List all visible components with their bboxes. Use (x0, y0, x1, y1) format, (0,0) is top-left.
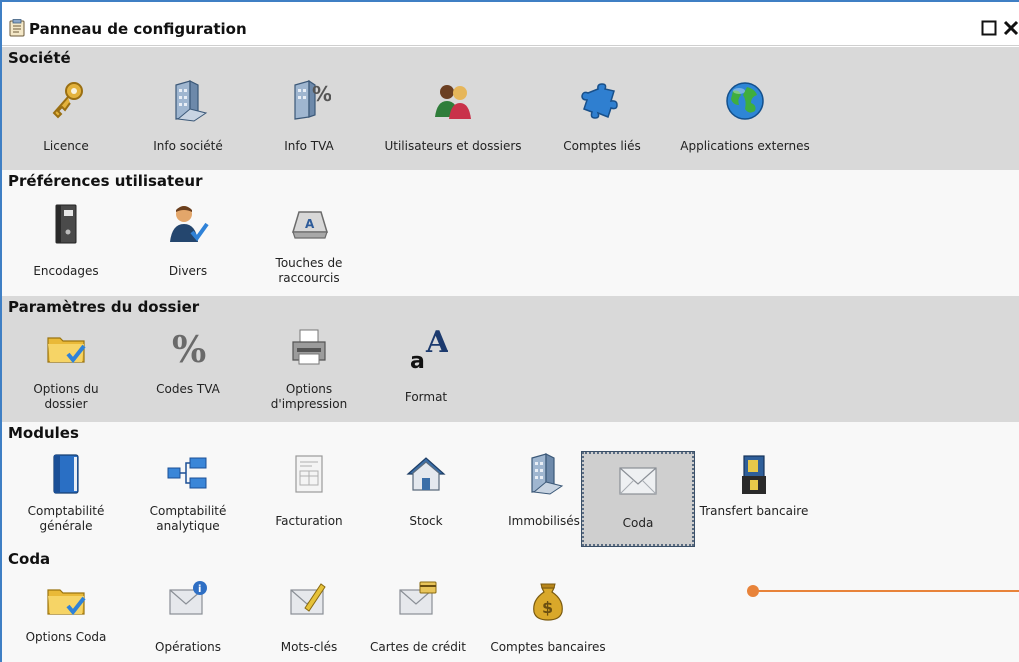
close-icon[interactable] (1003, 20, 1019, 36)
section-title: Société (8, 49, 71, 67)
section-title: Modules (8, 424, 79, 442)
item-label: Info TVA (284, 139, 334, 153)
item-transfert-bancaire[interactable]: Transfert bancaire (698, 452, 810, 544)
org-chart-icon (167, 457, 207, 489)
svg-text:%: % (312, 82, 331, 106)
item-comptabilite-analytique[interactable]: Comptabilité analytique (132, 452, 244, 544)
section-coda: Coda Options Coda i Opérations Mots-clés… (2, 548, 1019, 662)
section-parametres-dossier: Paramètres du dossier Options du dossier… (2, 296, 1019, 422)
item-label: Options Coda (25, 630, 107, 644)
user-check-icon (170, 206, 209, 242)
svg-text:$: $ (542, 598, 553, 617)
item-label: Comptes bancaires (490, 640, 606, 654)
building-percent-icon: % (294, 79, 331, 120)
ledger-book-icon (53, 454, 79, 494)
puzzle-icon (581, 83, 618, 119)
title-bar: Panneau de configuration (2, 2, 1019, 46)
svg-text:A: A (425, 326, 448, 360)
section-modules: Modules Comptabilité générale Comptabili… (2, 422, 1019, 548)
item-label: Opérations (155, 640, 221, 654)
keyboard-key-icon: A (291, 211, 329, 239)
item-cartes-credit[interactable]: Cartes de crédit (362, 578, 474, 662)
building-icon (175, 80, 208, 122)
section-title: Coda (8, 550, 51, 568)
item-label: Cartes de crédit (370, 640, 466, 654)
item-label: Comptabilité analytique (149, 504, 227, 533)
callout-line (758, 590, 1019, 592)
item-operations[interactable]: i Opérations (132, 578, 244, 662)
item-stock[interactable]: Stock (370, 452, 482, 544)
item-label: Stock (409, 514, 443, 528)
maximize-icon[interactable] (981, 20, 997, 36)
item-facturation[interactable]: Facturation (253, 452, 365, 544)
envelope-info-icon: i (169, 581, 207, 615)
clipboard-icon (9, 19, 25, 37)
item-encodages[interactable]: Encodages (10, 202, 122, 292)
invoice-icon (295, 455, 323, 493)
envelope-icon (619, 467, 657, 495)
building-icon (531, 453, 564, 495)
item-label: Applications externes (680, 139, 810, 153)
item-label: Licence (43, 139, 89, 153)
envelope-pencil-icon (290, 583, 326, 615)
envelope-card-icon (399, 581, 437, 615)
item-info-societe[interactable]: Info société (132, 79, 244, 165)
item-label: Options d'impression (270, 382, 348, 411)
item-options-dossier[interactable]: Options du dossier (10, 326, 122, 418)
item-label: Transfert bancaire (699, 504, 809, 518)
house-icon (406, 457, 446, 491)
svg-text:i: i (198, 584, 201, 595)
item-label: Facturation (275, 514, 343, 528)
item-options-coda[interactable]: Options Coda (10, 578, 122, 662)
item-codes-tva[interactable]: % Codes TVA (132, 326, 244, 418)
item-label: Codes TVA (156, 382, 220, 396)
font-format-icon: A a (410, 326, 448, 370)
svg-text:A: A (305, 217, 315, 231)
item-label: Divers (168, 264, 208, 278)
window-title: Panneau de configuration (29, 20, 247, 38)
item-label: Mots-clés (280, 640, 338, 654)
bank-transfer-icon (742, 455, 766, 494)
printer-icon (292, 329, 326, 365)
item-info-tva[interactable]: % Info TVA (253, 79, 365, 165)
item-label: Comptes liés (563, 139, 641, 153)
money-bag-icon: $ (533, 583, 563, 621)
control-panel-window: Panneau de configuration Société Licence (0, 0, 1019, 662)
item-options-impression[interactable]: Options d'impression (253, 326, 365, 418)
item-label: Options du dossier (33, 382, 99, 411)
percent-icon: % (172, 329, 206, 370)
item-applications-externes[interactable]: Applications externes (674, 79, 816, 165)
item-comptes-bancaires[interactable]: $ Comptes bancaires (482, 578, 614, 662)
folder-check-icon (47, 589, 86, 616)
item-coda-selected[interactable]: Coda (581, 451, 695, 547)
item-label: Coda (622, 516, 654, 530)
globe-icon (726, 82, 764, 120)
section-title: Préférences utilisateur (8, 172, 203, 190)
binder-icon (55, 204, 77, 244)
item-mots-cles[interactable]: Mots-clés (253, 578, 365, 662)
section-preferences-utilisateur: Préférences utilisateur Encodages Divers (2, 170, 1019, 296)
users-icon (435, 85, 471, 119)
item-divers[interactable]: Divers (132, 202, 244, 292)
key-icon (52, 82, 83, 119)
item-comptabilite-generale[interactable]: Comptabilité générale (10, 452, 122, 544)
item-label: Encodages (33, 264, 99, 278)
item-label: Info société (153, 139, 223, 153)
item-label: Touches de raccourcis (275, 256, 343, 285)
folder-check-icon (47, 337, 86, 364)
section-societe: Société Licence Info société % Info TVA … (2, 47, 1019, 170)
item-label: Comptabilité générale (27, 504, 105, 533)
item-label: Format (404, 390, 448, 404)
svg-text:a: a (410, 349, 425, 370)
item-licence[interactable]: Licence (10, 79, 122, 165)
item-format[interactable]: A a Format (370, 326, 482, 418)
item-comptes-lies[interactable]: Comptes liés (546, 79, 658, 165)
item-touches-raccourcis[interactable]: A Touches de raccourcis (253, 202, 365, 292)
item-utilisateurs-dossiers[interactable]: Utilisateurs et dossiers (370, 79, 536, 165)
section-title: Paramètres du dossier (8, 298, 200, 316)
item-label: Utilisateurs et dossiers (384, 139, 522, 153)
svg-text:%: % (172, 329, 206, 370)
